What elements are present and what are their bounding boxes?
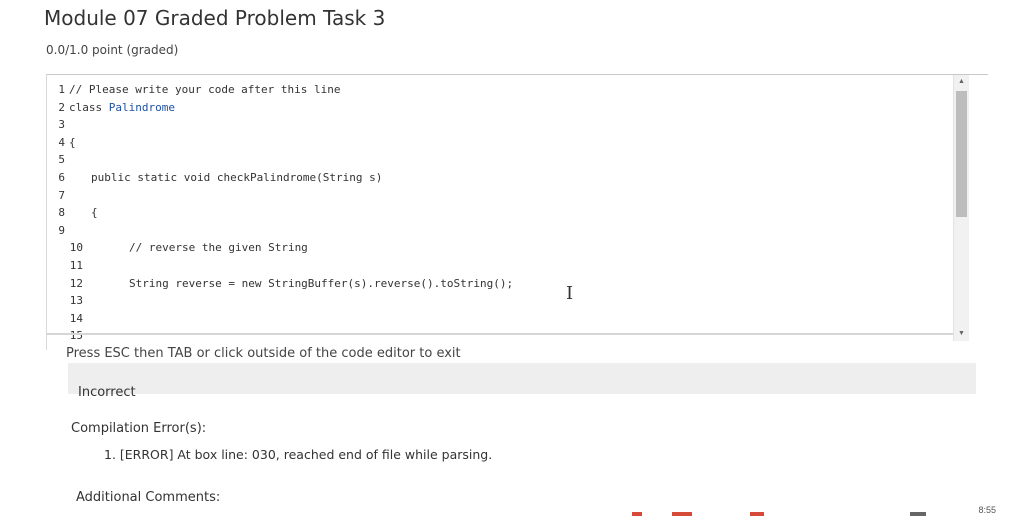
taskbar-mark	[632, 512, 642, 516]
code-text: // Please write your code after this lin…	[69, 83, 341, 96]
taskbar-mark	[750, 512, 764, 516]
points-status: 0.0/1.0 point (graded)	[46, 43, 179, 57]
code-line[interactable]: 4{	[53, 134, 513, 152]
line-number: 3	[58, 118, 65, 132]
taskbar-strip	[560, 512, 960, 517]
line-number: 2	[58, 100, 65, 114]
code-line[interactable]: 9	[53, 222, 513, 240]
code-line[interactable]: 12 String reverse = new StringBuffer(s).r…	[53, 275, 513, 293]
line-number: 15	[69, 329, 83, 343]
code-editor[interactable]: 1 // Please write your code after this li…	[47, 75, 969, 342]
code-line[interactable]: 11	[53, 257, 513, 275]
horizontal-scrollbar[interactable]	[47, 333, 953, 335]
line-number: 9	[58, 223, 65, 237]
compilation-errors-heading: Compilation Error(s):	[71, 421, 207, 436]
code-text: // reverse the given String	[129, 241, 308, 255]
code-line[interactable]: 10 // reverse the given String	[53, 239, 513, 257]
line-number: 8	[58, 206, 65, 220]
taskbar-mark	[672, 512, 692, 516]
code-line[interactable]: 2 class Palindrome	[53, 99, 513, 117]
scroll-thumb[interactable]	[956, 91, 967, 217]
line-number: 10	[69, 241, 83, 255]
additional-comments-label: Additional Comments:	[76, 490, 221, 505]
code-text: {	[69, 135, 76, 149]
compilation-error-item: 1. [ERROR] At box line: 030, reached end…	[104, 447, 493, 462]
scroll-up-icon[interactable]: ▲	[954, 75, 969, 89]
code-line[interactable]: 15	[53, 327, 513, 345]
code-line[interactable]: 8{	[53, 204, 513, 222]
line-number: 13	[69, 294, 83, 308]
code-line[interactable]: 6 public static void checkPalindrome(Stri…	[53, 169, 513, 187]
scroll-down-icon[interactable]: ▼	[954, 327, 969, 341]
code-text: String reverse = new StringBuffer(s).rev…	[129, 276, 514, 290]
code-lines: 1 // Please write your code after this li…	[53, 81, 513, 345]
code-editor-frame: 1 // Please write your code after this li…	[46, 74, 988, 350]
taskbar-mark	[910, 512, 926, 516]
line-number: 12	[69, 276, 83, 290]
line-number: 1	[58, 83, 65, 96]
code-line[interactable]: 5	[53, 151, 513, 169]
code-line[interactable]: 1 // Please write your code after this li…	[53, 81, 513, 99]
code-line[interactable]: 13	[53, 292, 513, 310]
code-line[interactable]: 7	[53, 187, 513, 205]
code-line[interactable]: 14	[53, 310, 513, 328]
class-name-token: Palindrome	[108, 100, 175, 114]
line-number: 6	[58, 170, 65, 184]
code-line[interactable]: 3	[53, 116, 513, 134]
line-number: 14	[69, 311, 83, 325]
editor-exit-hint: Press ESC then TAB or click outside of t…	[66, 346, 461, 361]
vertical-scrollbar[interactable]: ▲ ▼	[953, 75, 969, 341]
line-number: 7	[58, 188, 65, 202]
code-text: class Palindrome	[69, 100, 175, 114]
result-banner: Incorrect	[68, 363, 976, 400]
line-number: 5	[58, 153, 65, 167]
line-number: 4	[58, 135, 65, 149]
result-status: Incorrect	[78, 385, 136, 400]
page-title: Module 07 Graded Problem Task 3	[44, 6, 386, 30]
code-text: public static void checkPalindrome(Strin…	[91, 170, 383, 184]
system-clock: 8:55	[978, 505, 996, 515]
code-text: {	[91, 206, 98, 220]
line-number: 11	[69, 258, 83, 272]
text-cursor-icon: I	[566, 283, 574, 304]
